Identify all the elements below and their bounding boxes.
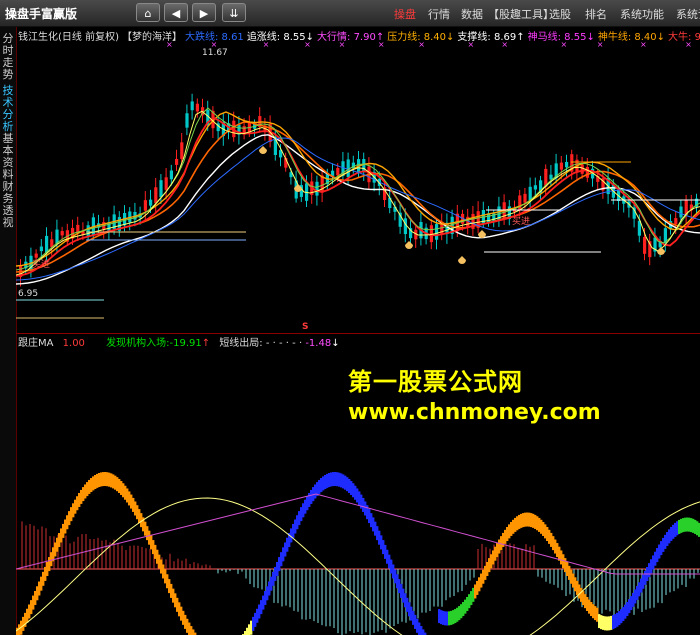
candle (180, 142, 184, 159)
top-toolbar: 操盘手富赢版 ⌂ ◀ ▶ ⇊ 操盘 行情 数据 【股趣工具】 选股 排名 系统功… (0, 0, 700, 27)
candle (549, 174, 553, 180)
candle (159, 180, 163, 198)
candle (143, 200, 147, 211)
next-button[interactable]: ▶ (192, 3, 216, 22)
top-marker: × (378, 42, 385, 49)
indicator-item: 神牛线: 8.40↓ (597, 32, 666, 42)
top-marker: × (418, 42, 425, 49)
top-marker: × (339, 42, 346, 49)
menu-select[interactable]: 选股 (549, 6, 571, 22)
indicator-item: 追涨线: 8.55↓ (246, 32, 315, 42)
candle (435, 224, 439, 240)
top-marker: × (468, 42, 475, 49)
candle (169, 170, 173, 180)
candle (336, 167, 340, 176)
tab-financials[interactable]: 财务透视 (1, 181, 15, 229)
signal-marker-icon (478, 230, 486, 238)
candle (679, 206, 683, 218)
indicator-item: 神马线: 8.55↓ (527, 32, 595, 42)
signal-marker-icon (657, 247, 665, 255)
candle (154, 187, 158, 204)
candle (195, 103, 199, 112)
top-marker: × (501, 42, 508, 49)
sidebar: 分时走势 技术分析 基本资料 财务透视 (0, 27, 17, 635)
watermark-url: www.chnmoney.com (348, 400, 601, 425)
candle (149, 199, 153, 206)
candle (45, 235, 49, 253)
indicator-bar: 钱江生化(日线 前复权) 【梦的海洋】 大跌线: 8.61 追涨线: 8.55↓ 大行情… (18, 28, 700, 42)
signal-marker-icon (405, 241, 413, 249)
top-marker: × (640, 42, 647, 49)
candle (429, 225, 433, 243)
tab-fundamentals[interactable]: 基本资料 (1, 133, 15, 181)
candle (39, 246, 43, 252)
candle (60, 231, 64, 236)
candle (523, 193, 527, 203)
indicator-item: 大跌线: 8.61 (184, 32, 244, 42)
buy-signal-label: 买进 (32, 260, 51, 270)
tab-intraday[interactable]: 分时走势 (1, 33, 15, 81)
trend-line-yellow (16, 110, 700, 276)
top-marker: × (685, 42, 692, 49)
candlestick-chart[interactable]: × × × × × × × × × × × × × (16, 42, 700, 336)
candle (528, 186, 532, 201)
menu-settings[interactable]: 系统设 (676, 6, 700, 22)
candle (565, 161, 569, 168)
app-title: 操盘手富赢版 (5, 7, 78, 21)
candle (580, 164, 584, 174)
signal-line-purple (16, 493, 700, 575)
home-button[interactable]: ⌂ (136, 3, 160, 22)
candle (164, 177, 168, 190)
buy-signal-label-2: 买进 (512, 217, 531, 227)
sell-mark: S (302, 322, 309, 332)
menu-market[interactable]: 行情 (428, 6, 450, 22)
prev-button[interactable]: ◀ (164, 3, 188, 22)
candle (643, 237, 647, 254)
top-marker: × (561, 42, 568, 49)
lower-indicator-bar: 跟庄MA 1.00 发现机构入场:-19.91↑ 短线出局: - · - · -… (18, 334, 700, 349)
watermark-title: 第一股票公式网 (348, 368, 523, 396)
menu-tools[interactable]: 【股趣工具】 (488, 6, 554, 22)
high-price-label: 11.67 (202, 48, 228, 58)
candle (190, 101, 194, 111)
menu-system[interactable]: 系统功能 (620, 6, 664, 22)
tab-technical[interactable]: 技术分析 (1, 85, 15, 133)
menu-rank[interactable]: 排名 (585, 6, 607, 22)
stock-name: 钱江生化(日线 前复权) (18, 32, 119, 42)
candle (185, 113, 189, 128)
candle (674, 218, 678, 225)
trend-line-orange (16, 121, 700, 273)
dropdown-button[interactable]: ⇊ (222, 3, 246, 22)
indicator-item: 大牛: 9 (668, 32, 700, 42)
menu-data[interactable]: 数据 (461, 6, 483, 22)
indicator-item: 压力线: 8.40↓ (387, 32, 455, 42)
top-marker: × (263, 42, 270, 49)
candle (175, 158, 179, 165)
indicator-item: 支撑线: 8.69↑ (457, 32, 525, 42)
menu-trade[interactable]: 操盘 (394, 6, 416, 22)
top-marker: × (597, 42, 604, 49)
formula-name: 【梦的海洋】 (121, 32, 182, 42)
low-price-label: 6.95 (18, 289, 39, 299)
signal-marker-icon (259, 146, 267, 154)
candle (585, 166, 589, 178)
candle (315, 181, 319, 196)
candle (533, 185, 537, 190)
top-marker: × (166, 42, 173, 49)
indicator-item: 大行情: 7.90↑ (317, 32, 385, 42)
signal-marker-icon (458, 256, 466, 264)
candle (559, 162, 563, 170)
top-marker: × (304, 42, 311, 49)
